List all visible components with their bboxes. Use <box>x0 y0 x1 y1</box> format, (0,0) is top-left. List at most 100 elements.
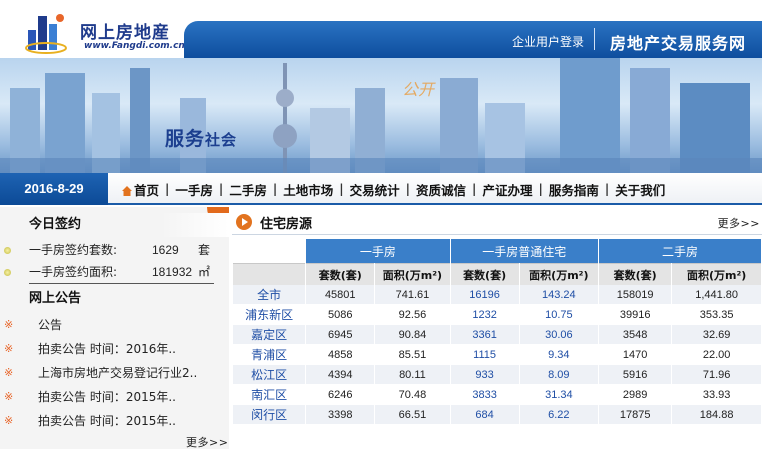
corner-cell <box>233 239 306 263</box>
table-cell: 33.93 <box>672 385 761 405</box>
stat-unit: 套 <box>198 243 211 257</box>
nav-items: 首页 | 一手房 | 二手房 | 土地市场 | 交易统计 | 资质诚信 | 产证… <box>116 173 671 205</box>
district-link[interactable]: 南汇区 <box>233 385 306 405</box>
play-arrow-icon <box>236 214 252 230</box>
notice-item[interactable]: ※ 拍卖公告 时间：2015年.. <box>0 409 229 433</box>
table-cell: 16196 <box>450 285 519 305</box>
main-nav: 2016-8-29 首页 | 一手房 | 二手房 | 土地市场 | 交易统计 |… <box>0 173 762 205</box>
notice-item[interactable]: ※ 上海市房地产交易登记行业2.. <box>0 361 229 385</box>
table-row: 闵行区 3398 66.51 684 6.22 17875 184.88 <box>233 405 761 425</box>
nav-item-statistics[interactable]: 交易统计 <box>344 180 406 199</box>
table-cell: 90.84 <box>375 325 450 345</box>
column-header: 套数(套) <box>306 263 375 285</box>
table-cell: 6945 <box>306 325 375 345</box>
bullet-icon <box>4 247 11 254</box>
nav-item-home[interactable]: 首页 <box>116 180 165 199</box>
table-cell: 70.48 <box>375 385 450 405</box>
notice-item[interactable]: ※ 拍卖公告 时间：2015年.. <box>0 385 229 409</box>
stat-row-count: 一手房签约套数: 1629 套 <box>0 239 229 261</box>
table-cell: 66.51 <box>375 405 450 425</box>
district-link[interactable]: 松江区 <box>233 365 306 385</box>
residential-listings-panel: 住宅房源 更多>> 一手房 一手房普通住宅 二手房 套数(套) 面积(万m²) … <box>232 207 762 449</box>
table-cell: 158019 <box>599 285 672 305</box>
table-cell: 71.96 <box>672 365 761 385</box>
slogan-rest: 社会 <box>205 131 238 149</box>
table-cell: 684 <box>450 405 519 425</box>
table-cell: 741.61 <box>375 285 450 305</box>
nav-item-certificate[interactable]: 产证办理 <box>476 180 538 199</box>
logo-url: www.Fangdi.com.cn <box>84 41 185 51</box>
star-bullet-icon: ※ <box>4 342 14 355</box>
table-cell: 45801 <box>306 285 375 305</box>
banner-slogan: 服务社会 <box>165 124 237 151</box>
notice-item[interactable]: ※ 公告 <box>0 313 229 337</box>
table-cell: 10.75 <box>519 305 599 325</box>
stat-unit: ㎡ <box>198 265 211 279</box>
listings-more-link[interactable]: 更多>> <box>718 215 760 231</box>
stat-value: 1629 <box>152 243 179 257</box>
table-cell: 85.51 <box>375 345 450 365</box>
site-header: 网上房地産 www.Fangdi.com.cn 企业用户登录 房地产交易服务网 <box>0 0 762 58</box>
table-cell: 3833 <box>450 385 519 405</box>
table-cell: 4394 <box>306 365 375 385</box>
nav-item-guide[interactable]: 服务指南 <box>543 180 605 199</box>
top-bar: 企业用户登录 房地产交易服务网 <box>184 21 762 58</box>
panel-header: 住宅房源 更多>> <box>232 207 762 235</box>
notice-more-link[interactable]: 更多>> <box>186 434 228 450</box>
site-logo[interactable]: 网上房地産 www.Fangdi.com.cn <box>24 10 185 54</box>
table-cell: 1470 <box>599 345 672 365</box>
notice-text: 上海市房地产交易登记行业2.. <box>38 366 198 380</box>
current-date: 2016-8-29 <box>0 173 108 205</box>
notice-text: 拍卖公告 时间：2015年.. <box>38 414 176 428</box>
district-link[interactable]: 嘉定区 <box>233 325 306 345</box>
enterprise-login-link[interactable]: 企业用户登录 <box>512 33 584 50</box>
table-body: 全市 45801 741.61 16196 143.24 158019 1,441.80 浦东… <box>233 285 761 425</box>
building-logo-icon <box>25 14 67 54</box>
skyline-illustration <box>0 58 762 173</box>
table-cell: 5086 <box>306 305 375 325</box>
nav-item-new-house[interactable]: 一手房 <box>169 180 219 199</box>
nav-label: 首页 <box>134 182 160 198</box>
notice-item[interactable]: ※ 拍卖公告 时间：2016年.. <box>0 337 229 361</box>
column-header: 面积(万m²) <box>519 263 599 285</box>
slogan-main: 服务 <box>165 128 206 150</box>
star-bullet-icon: ※ <box>4 414 14 427</box>
table-row: 南汇区 6246 70.48 3833 31.34 2989 33.93 <box>233 385 761 405</box>
table-cell: 17875 <box>599 405 672 425</box>
listings-table: 一手房 一手房普通住宅 二手房 套数(套) 面积(万m²) 套数(套) 面积(万… <box>232 239 762 425</box>
panel-title: 住宅房源 <box>260 217 313 232</box>
notice-text: 拍卖公告 时间：2016年.. <box>38 342 176 356</box>
nav-item-credit[interactable]: 资质诚信 <box>410 180 472 199</box>
nav-item-second-hand[interactable]: 二手房 <box>223 180 273 199</box>
nav-item-about[interactable]: 关于我们 <box>609 180 671 199</box>
stat-label: 一手房签约套数: <box>29 243 118 257</box>
table-cell: 30.06 <box>519 325 599 345</box>
table-cell: 31.34 <box>519 385 599 405</box>
city-skyline-banner: 服务社会 公开 <box>0 58 762 173</box>
logo-name: 网上房地産 <box>80 23 170 43</box>
district-header <box>233 263 306 285</box>
table-cell: 933 <box>450 365 519 385</box>
table-cell: 9.34 <box>519 345 599 365</box>
district-link[interactable]: 闵行区 <box>233 405 306 425</box>
district-link[interactable]: 青浦区 <box>233 345 306 365</box>
table-cell: 6246 <box>306 385 375 405</box>
home-icon <box>122 185 132 196</box>
table-cell: 92.56 <box>375 305 450 325</box>
table-cell: 1,441.80 <box>672 285 761 305</box>
table-cell: 1232 <box>450 305 519 325</box>
table-cell: 22.00 <box>672 345 761 365</box>
table-cell: 3361 <box>450 325 519 345</box>
group-header-new-ordinary: 一手房普通住宅 <box>450 239 599 263</box>
district-link[interactable]: 浦东新区 <box>233 305 306 325</box>
stat-label: 一手房签约面积: <box>29 265 118 279</box>
table-cell: 184.88 <box>672 405 761 425</box>
district-link[interactable]: 全市 <box>233 285 306 305</box>
banner-badge: 公开 <box>402 80 435 99</box>
table-cell: 3548 <box>599 325 672 345</box>
star-bullet-icon: ※ <box>4 390 14 403</box>
notice-text: 公告 <box>38 318 63 332</box>
star-bullet-icon: ※ <box>4 318 14 331</box>
today-signing-title: 今日签约 <box>0 213 229 237</box>
nav-item-land-market[interactable]: 土地市场 <box>277 180 339 199</box>
